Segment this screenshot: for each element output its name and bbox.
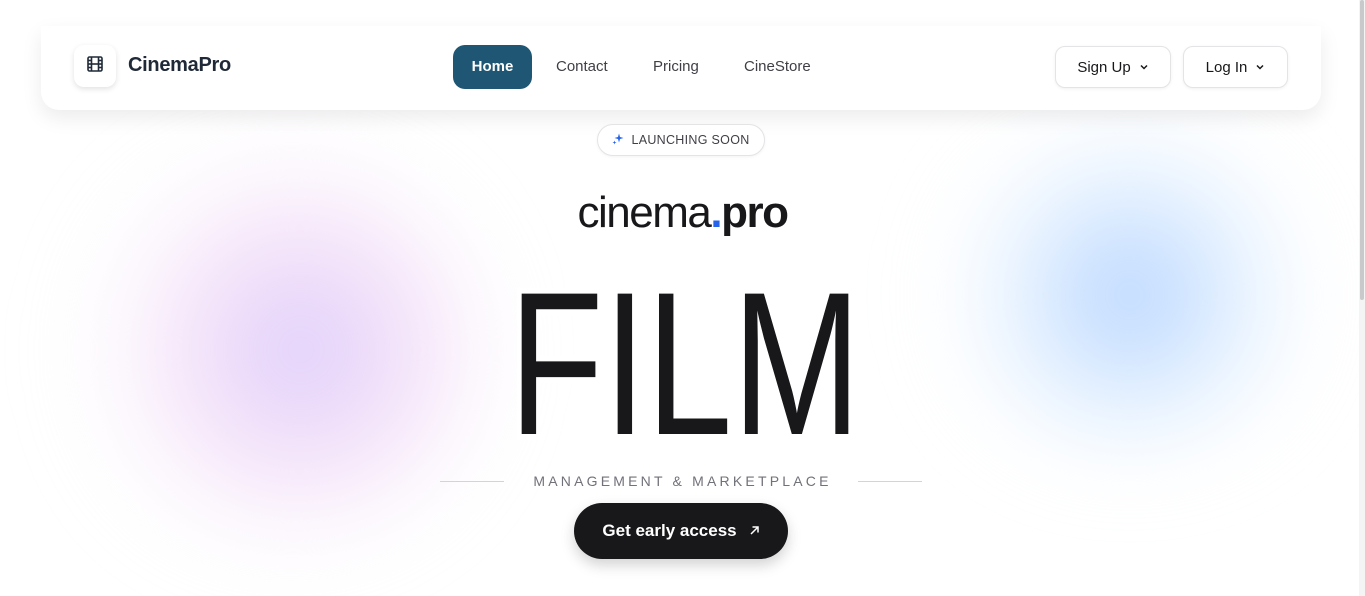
wordmark-dot: . <box>710 188 722 237</box>
sign-up-label: Sign Up <box>1077 58 1131 76</box>
sparkle-icon <box>612 133 624 148</box>
headline-text: FILM <box>509 286 861 442</box>
sign-up-button[interactable]: Sign Up <box>1055 46 1171 88</box>
wordmark-tld: pro <box>721 188 789 237</box>
nav-pricing[interactable]: Pricing <box>633 45 719 89</box>
hero-headline: FILM <box>503 286 867 442</box>
background-glow-right <box>930 130 1330 460</box>
film-icon <box>86 55 104 78</box>
wordmark-name: cinema <box>577 188 712 237</box>
page-scrollbar[interactable] <box>1359 0 1365 596</box>
tagline: MANAGEMENT & MARKETPLACE <box>533 473 832 489</box>
brand-name[interactable]: CinemaPro <box>128 54 231 77</box>
badge-label: LAUNCHING SOON <box>631 133 750 147</box>
chevron-down-icon <box>1139 59 1149 76</box>
divider-right <box>858 481 922 482</box>
scrollbar-thumb[interactable] <box>1360 0 1364 300</box>
cta-label: Get early access <box>602 521 737 540</box>
nav-home[interactable]: Home <box>453 45 532 89</box>
logo-button[interactable] <box>74 45 116 87</box>
arrow-up-right-icon <box>749 521 760 541</box>
nav-contact[interactable]: Contact <box>536 45 628 89</box>
get-early-access-button[interactable]: Get early access <box>574 503 788 559</box>
log-in-label: Log In <box>1205 58 1248 76</box>
navbar: CinemaPro Home Contact Pricing CineStore… <box>41 26 1321 110</box>
cinema-pro-wordmark: cinema.pro <box>0 188 1365 238</box>
nav-cinestore[interactable]: CineStore <box>724 45 831 89</box>
launching-soon-badge: LAUNCHING SOON <box>597 124 765 156</box>
chevron-down-icon <box>1255 59 1265 76</box>
log-in-button[interactable]: Log In <box>1183 46 1288 88</box>
